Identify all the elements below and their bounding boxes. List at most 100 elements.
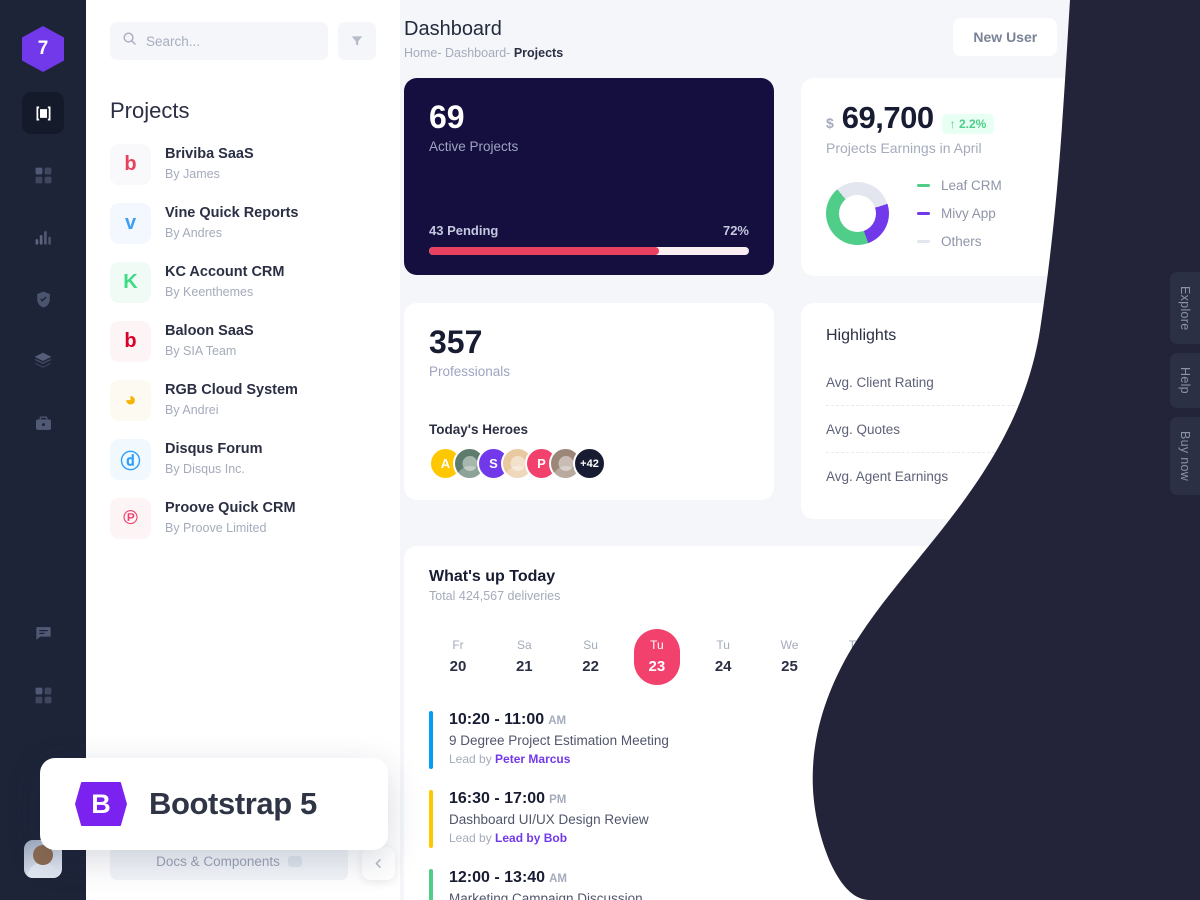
highlights-rows: Avg. Client Rating ↗ 7.8/10 Avg. Quotes ↙ 730… [826,359,1146,499]
calendar-day-num: 20 [449,658,467,675]
rail-icon-briefcase[interactable] [22,402,64,444]
project-list-item[interactable]: v Vine Quick Reports By Andres [110,203,376,244]
calendar-day[interactable]: We 25 [766,629,812,685]
search-icon [122,31,137,51]
hero-avatar-initial[interactable]: +42 [573,447,606,480]
side-tab-explore[interactable]: Explore [1170,272,1200,345]
filter-button[interactable] [338,22,376,60]
calendar-day[interactable]: Sa 28 [965,629,1011,685]
new-goal-button[interactable]: New Goal [1071,18,1175,56]
project-text: Baloon SaaS By SIA Team [165,322,254,360]
calendar-day-dow: Su [1047,638,1063,652]
event-title: 9 Degree Project Estimation Meeting [449,733,669,748]
project-text: Proove Quick CRM By Proove Limited [165,499,296,537]
calendar-day-num: 30 [1112,658,1130,675]
event-info: 16:30 - 17:00 PM Dashboard UI/UX Design Re… [449,790,1087,845]
calendar-day[interactable]: Su 29 [1032,629,1078,685]
calendar-day[interactable]: Tu 24 [700,629,746,685]
event-color-bar [429,869,433,900]
rail-icon-cube[interactable] [22,92,64,134]
project-list-item[interactable]: ℗ Proove Quick CRM By Proove Limited [110,498,376,539]
project-list-item[interactable]: ⓓ Disqus Forum By Disqus Inc. [110,439,376,480]
project-list-item[interactable]: b Baloon SaaS By SIA Team [110,321,376,362]
highlight-value: ↗ $2,309 [1083,468,1146,485]
project-list: b Briviba SaaS By James v Vine Quick Reports… [110,144,376,539]
brand-badge[interactable]: 7 [22,26,64,72]
calendar-day[interactable]: Su 22 [568,629,614,685]
project-author: By Keenthemes [165,284,254,299]
project-name: KC Account CRM [165,264,285,281]
event-item: 10:20 - 11:00 AM 9 Degree Project Estimati… [429,711,1150,790]
report-center-button[interactable]: Report Cecnter [1031,568,1150,603]
event-meridiem: AM [549,873,567,885]
event-lead-name[interactable]: Peter Marcus [495,752,570,766]
project-name: Disqus Forum [165,441,263,458]
project-text: Vine Quick Reports By Andres [165,204,299,242]
calendar-day[interactable]: Mo 30 [1098,629,1144,685]
calendar-day-dow: Sa [981,638,996,652]
project-logo-icon: ℗ [110,498,151,539]
project-author: By Andres [165,225,222,240]
calendar-day-dow: Su [583,638,598,652]
event-view-button[interactable]: View [1087,724,1150,756]
calendar-day-num: 25 [781,658,798,675]
project-logo-icon: ⓓ [110,439,151,480]
legend-label: Leaf CRM [941,178,1002,193]
calendar-day[interactable]: Sa 21 [501,629,547,685]
rail-icon-shield-check[interactable] [22,278,64,320]
event-lead-name[interactable]: Lead by Bob [495,831,567,845]
event-meridiem: AM [548,715,567,727]
calendar-day-selected[interactable]: Tu 23 [633,629,680,685]
project-logo-icon: b [110,144,151,185]
event-time-range: 16:30 - 17:00 [449,790,546,807]
project-list-item[interactable]: ◕ RGB Cloud System By Andrei [110,380,376,421]
professionals-card: 357 Professionals Today's Heroes A S P +42 [404,303,774,500]
calendar-day-dow: Sa [516,638,532,652]
heroes-title: Today's Heroes [429,422,528,437]
calendar-day-dow: Mo [1112,638,1130,652]
search-placeholder: Search... [146,33,201,49]
rail-icon-layers[interactable] [22,340,64,382]
project-author: By SIA Team [165,343,237,358]
earnings-chart-row: Leaf CRM $7,660 Mivy App $2,820 Others $45,25… [826,178,1146,249]
project-list-item[interactable]: b Briviba SaaS By James [110,144,376,185]
progress-fill [429,247,660,255]
legend-label: Others [941,234,982,249]
project-name: RGB Cloud System [165,382,298,399]
new-user-button[interactable]: New User [953,18,1058,56]
projects-title: Projects [110,98,190,123]
side-tab-help[interactable]: Help [1170,353,1200,409]
professionals-label: Professionals [429,364,511,380]
legend-row: Others $45,257 [917,234,1146,249]
breadcrumb-home[interactable]: Home- [404,46,442,60]
trend-arrow-icon: ↙ [1101,421,1114,437]
professionals-value: 357 [429,324,483,360]
project-text: KC Account CRM By Keenthemes [165,263,284,301]
page-title: Dashboard [404,18,502,40]
legend-color-swatch [917,240,930,243]
highlight-row: Avg. Agent Earnings ↗ $2,309 [826,453,1146,499]
keyboard-icon [287,855,302,867]
calendar-day-dow: Fri [915,638,930,652]
breadcrumb-dashboard[interactable]: Dashboard- [445,46,510,60]
rail-icon-chat[interactable] [22,612,64,654]
legend-value: $7,660 [1104,178,1146,193]
event-meridiem: PM [549,794,567,806]
calendar-day-num: 22 [582,658,599,675]
calendar-day[interactable]: Fri 27 [899,629,945,685]
calendar-day[interactable]: Th 26 [833,629,879,685]
rail-icon-grid-2[interactable] [22,674,64,716]
progress-track [429,247,749,255]
calendar-day[interactable]: Fr 20 [435,629,481,685]
rail-icon-bar-chart[interactable] [22,216,64,258]
rail-icon-grid[interactable] [22,154,64,196]
event-view-button[interactable]: View [1087,803,1150,835]
search-input[interactable]: Search... [110,22,328,60]
project-author: By Andrei [165,402,219,417]
side-tab-buy-now[interactable]: Buy now [1170,417,1200,496]
project-list-item[interactable]: K KC Account CRM By Keenthemes [110,262,376,303]
sidebar-collapse-button[interactable] [362,847,395,880]
event-lead-prefix: Lead by [449,752,496,766]
today-header: What's up Today Total 424,567 deliveries… [429,568,1150,603]
event-view-button[interactable]: View [1087,882,1150,900]
